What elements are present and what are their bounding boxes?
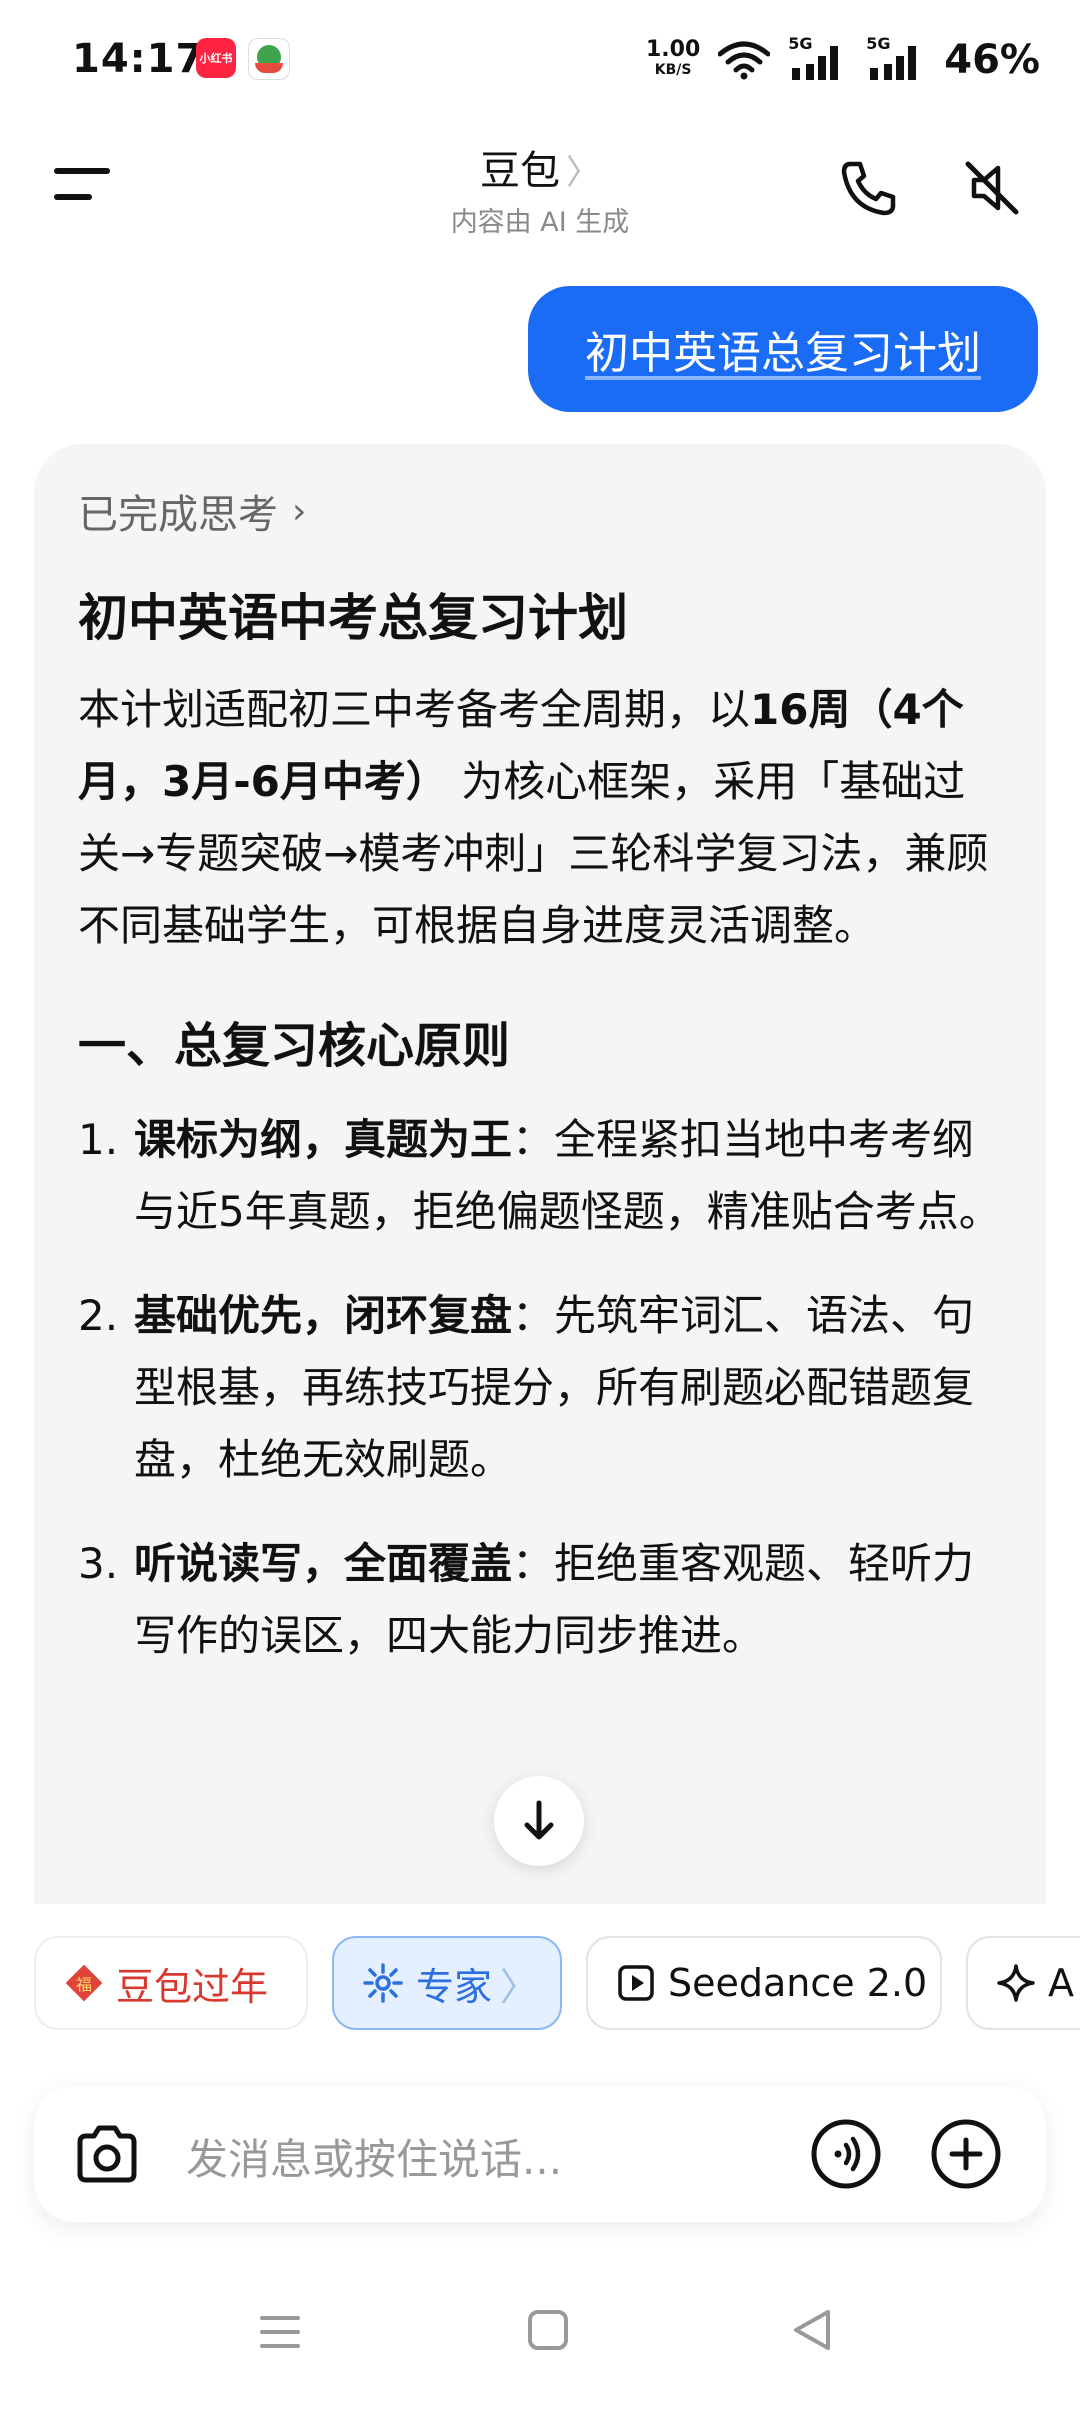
- answer-intro: 本计划适配初三中考备考全周期，以16周（4个月，3月-6月中考） 为核心框架，采…: [78, 674, 1002, 962]
- status-bar: 14:17 小红书 1.00 KB/S 5G 5G 46%: [0, 0, 1080, 120]
- status-indicators: 1.00 KB/S 5G 5G 46%: [646, 30, 1040, 90]
- list-text: 课标为纲，真题为王：全程紧扣当地中考考纲与近5年真题，拒绝偏题怪题，精准贴合考点…: [134, 1104, 1002, 1248]
- voice-call-icon[interactable]: [810, 2118, 882, 2190]
- chevron-right-icon: 〉: [566, 153, 600, 193]
- answer-title: 初中英语中考总复习计划: [78, 589, 628, 647]
- list-number: 2.: [78, 1291, 119, 1340]
- list-bold: 课标为纲，真题为王: [134, 1115, 513, 1164]
- ai-generated-notice: 内容由 AI 生成: [450, 207, 630, 238]
- list-item: 2. 基础优先，闭环复盘：先筑牢词汇、语法、句型根基，再练技巧提分，所有刷题必配…: [78, 1280, 1002, 1496]
- status-time: 14:17: [72, 36, 205, 82]
- quick-action-chips: 福 豆包过年 专家 〉 Seedance 2.0 A: [0, 1928, 1080, 2038]
- chip-label: 专家: [416, 1964, 493, 2009]
- intro-text-1: 本计划适配初三中考备考全周期，以: [78, 685, 751, 734]
- chat-header: 豆包〉 内容由 AI 生成: [0, 120, 1080, 270]
- chip-label: 豆包过年: [116, 1964, 269, 2009]
- section-title: 一、总复习核心原则: [78, 1018, 511, 1074]
- chip-seedance[interactable]: Seedance 2.0: [586, 1936, 942, 2030]
- xiaohongshu-label: 小红书: [199, 52, 233, 65]
- chip-label: A: [1048, 1961, 1074, 2005]
- list-item: 1. 课标为纲，真题为王：全程紧扣当地中考考纲与近5年真题，拒绝偏题怪题，精准贴…: [78, 1104, 1002, 1248]
- battery-level: 46%: [944, 37, 1040, 83]
- list-bold: 听说读写，全面覆盖: [134, 1539, 513, 1588]
- recent-apps-icon[interactable]: [258, 2310, 302, 2354]
- plus-icon[interactable]: [930, 2118, 1002, 2190]
- message-input-bar: 发消息或按住说话...: [34, 2086, 1046, 2222]
- play-icon: [616, 1963, 656, 2003]
- chevron-right-icon: ›: [292, 490, 307, 532]
- sparkle-icon: [996, 1963, 1036, 2003]
- signal-2-icon: 5G: [866, 34, 926, 82]
- list-number: 3.: [78, 1539, 119, 1588]
- system-navigation-bar: [0, 2270, 1080, 2412]
- chip-ai[interactable]: A: [966, 1936, 1080, 2030]
- chip-expert[interactable]: 专家 〉: [332, 1936, 562, 2030]
- xiaohongshu-notification-icon: 小红书: [196, 38, 236, 78]
- list-item: 3. 听说读写，全面覆盖：拒绝重客观题、轻听力写作的误区，四大能力同步推进。: [78, 1528, 1002, 1672]
- list-number: 1.: [78, 1115, 119, 1164]
- network-speed-value: 1.00: [645, 37, 701, 62]
- phone-icon[interactable]: [836, 156, 900, 220]
- list-bold: 基础优先，闭环复盘: [134, 1291, 513, 1340]
- list-text: 基础优先，闭环复盘：先筑牢词汇、语法、句型根基，再练技巧提分，所有刷题必配错题复…: [134, 1280, 1002, 1496]
- fu-icon: 福: [64, 1963, 104, 2003]
- scroll-to-bottom-button[interactable]: [494, 1776, 584, 1866]
- chip-doubao-new-year[interactable]: 福 豆包过年: [34, 1936, 308, 2030]
- wifi-icon: [718, 41, 771, 80]
- chat-title[interactable]: 豆包〉: [0, 138, 1080, 196]
- watermelon-notification-icon: [248, 38, 290, 80]
- message-input[interactable]: 发消息或按住说话...: [186, 2126, 562, 2187]
- chevron-right-icon: 〉: [500, 1964, 539, 2009]
- thinking-label: 已完成思考: [78, 492, 278, 538]
- assistant-answer-card: 已完成思考 › 初中英语中考总复习计划 本计划适配初三中考备考全周期，以16周（…: [34, 444, 1046, 1904]
- expert-icon: [362, 1962, 404, 2004]
- user-message-bubble[interactable]: 初中英语总复习计划: [528, 286, 1038, 412]
- camera-icon[interactable]: [72, 2120, 142, 2190]
- chat-title-group[interactable]: 豆包〉 内容由 AI 生成: [0, 138, 1080, 239]
- principles-list: 1. 课标为纲，真题为王：全程紧扣当地中考考纲与近5年真题，拒绝偏题怪题，精准贴…: [78, 1104, 1002, 1672]
- back-icon[interactable]: [790, 2308, 834, 2352]
- signal-1-icon: 5G: [788, 34, 848, 82]
- network-speed-unit: KB/S: [654, 62, 692, 78]
- mute-icon[interactable]: [960, 156, 1024, 220]
- home-icon[interactable]: [526, 2308, 570, 2352]
- chat-title-text: 豆包: [480, 148, 560, 194]
- list-text: 听说读写，全面覆盖：拒绝重客观题、轻听力写作的误区，四大能力同步推进。: [134, 1528, 1002, 1672]
- chip-label: Seedance 2.0: [668, 1961, 928, 2005]
- arrow-down-icon: [524, 1800, 554, 1840]
- svg-text:福: 福: [76, 1975, 92, 1994]
- network-speed: 1.00 KB/S: [645, 37, 701, 80]
- thinking-complete-toggle[interactable]: 已完成思考 ›: [78, 482, 1002, 540]
